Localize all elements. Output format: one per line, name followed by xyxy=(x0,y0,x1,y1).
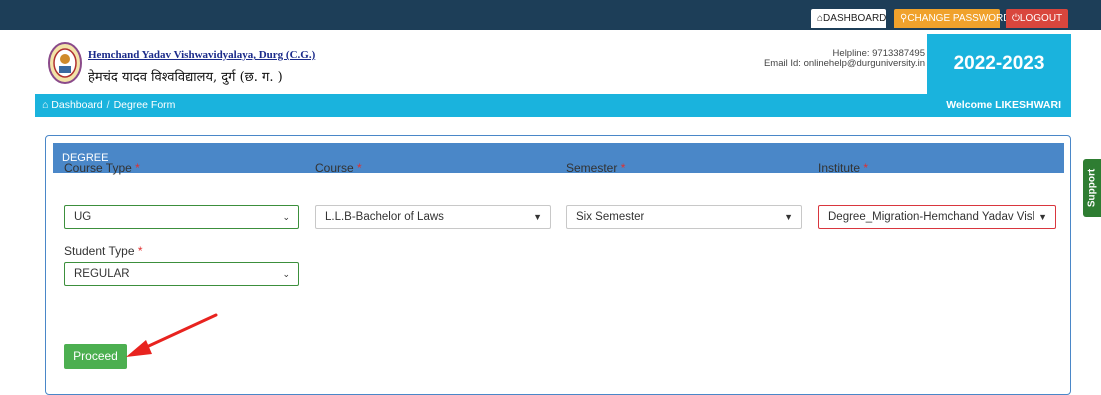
university-name-english: Hemchand Yadav Vishwavidyalaya, Durg (C.… xyxy=(88,49,316,61)
course-label: Course * xyxy=(315,161,362,175)
breadcrumb: ⌂ Dashboard / Degree Form Welcome LIKESHWA… xyxy=(35,94,1071,117)
change-password-button[interactable]: ⚲CHANGE PASSWORD xyxy=(894,9,1011,28)
institute-label: Institute * xyxy=(818,161,868,175)
required-mark: * xyxy=(135,161,140,175)
logout-label: LOGOUT xyxy=(1019,13,1063,24)
site-header: Hemchand Yadav Vishwavidyalaya, Durg (C.… xyxy=(35,30,1071,94)
student-type-select[interactable]: REGULAR ⌄ xyxy=(64,262,299,286)
welcome-message: Welcome LIKESHWARI xyxy=(946,99,1061,111)
university-logo xyxy=(48,42,82,84)
course-value: L.L.B-Bachelor of Laws xyxy=(325,211,444,223)
support-tab[interactable]: Support xyxy=(1083,159,1101,217)
semester-value: Six Semester xyxy=(576,211,645,223)
institute-value: Degree_Migration-Hemchand Yadav Vish xyxy=(828,211,1039,223)
student-type-value: REGULAR xyxy=(74,268,130,280)
student-type-label-text: Student Type xyxy=(64,244,135,258)
breadcrumb-separator: / xyxy=(106,99,110,111)
university-name-hindi: हेमचंद यादव विश्वविद्यालय, दुर्ग (छ. ग. … xyxy=(88,70,283,85)
form-heading: DEGREE xyxy=(53,143,1064,173)
helpline-info: Helpline: 9713387495 Email Id: onlinehel… xyxy=(764,49,925,69)
caret-down-icon: ▼ xyxy=(1034,206,1047,228)
caret-down-icon: ▼ xyxy=(529,206,542,228)
required-mark: * xyxy=(357,161,362,175)
logout-button[interactable]: ⏻LOGOUT xyxy=(1006,9,1068,28)
breadcrumb-current: Degree Form xyxy=(113,99,176,111)
change-password-label: CHANGE PASSWORD xyxy=(907,13,1011,24)
breadcrumb-home-icon[interactable]: ⌂ xyxy=(42,99,48,111)
semester-label-text: Semester xyxy=(566,161,618,175)
course-type-label-text: Course Type xyxy=(64,161,132,175)
support-label: Support xyxy=(1086,168,1098,208)
institute-label-text: Institute xyxy=(818,161,861,175)
top-bar: ⌂DASHBOARD ⚲CHANGE PASSWORD ⏻LOGOUT xyxy=(0,0,1101,30)
course-select[interactable]: L.L.B-Bachelor of Laws ▼ xyxy=(315,205,551,229)
semester-label: Semester * xyxy=(566,161,625,175)
breadcrumb-trail: ⌂ Dashboard / Degree Form xyxy=(42,94,175,117)
caret-down-icon: ▼ xyxy=(780,206,793,228)
student-type-label: Student Type * xyxy=(64,244,143,258)
course-type-select[interactable]: UG ⌄ xyxy=(64,205,299,229)
dashboard-label: DASHBOARD xyxy=(823,13,887,24)
course-type-value: UG xyxy=(74,211,92,223)
chevron-down-icon: ⌄ xyxy=(278,263,290,285)
course-type-label: Course Type * xyxy=(64,161,140,175)
required-mark: * xyxy=(137,244,143,258)
power-icon: ⏻ xyxy=(1012,13,1020,24)
helpline-email: Email Id: onlinehelp@durguniversity.in xyxy=(763,58,925,69)
institute-select[interactable]: Degree_Migration-Hemchand Yadav Vish ▼ xyxy=(818,205,1056,229)
required-mark: * xyxy=(863,161,869,175)
dashboard-button[interactable]: ⌂DASHBOARD xyxy=(811,9,886,28)
breadcrumb-dashboard-link[interactable]: Dashboard xyxy=(51,99,102,111)
session-year: 2022-2023 xyxy=(927,34,1071,94)
proceed-button[interactable]: Proceed xyxy=(64,344,127,369)
required-mark: * xyxy=(620,161,626,175)
chevron-down-icon: ⌄ xyxy=(278,206,290,228)
course-label-text: Course xyxy=(315,161,354,175)
semester-select[interactable]: Six Semester ▼ xyxy=(566,205,802,229)
